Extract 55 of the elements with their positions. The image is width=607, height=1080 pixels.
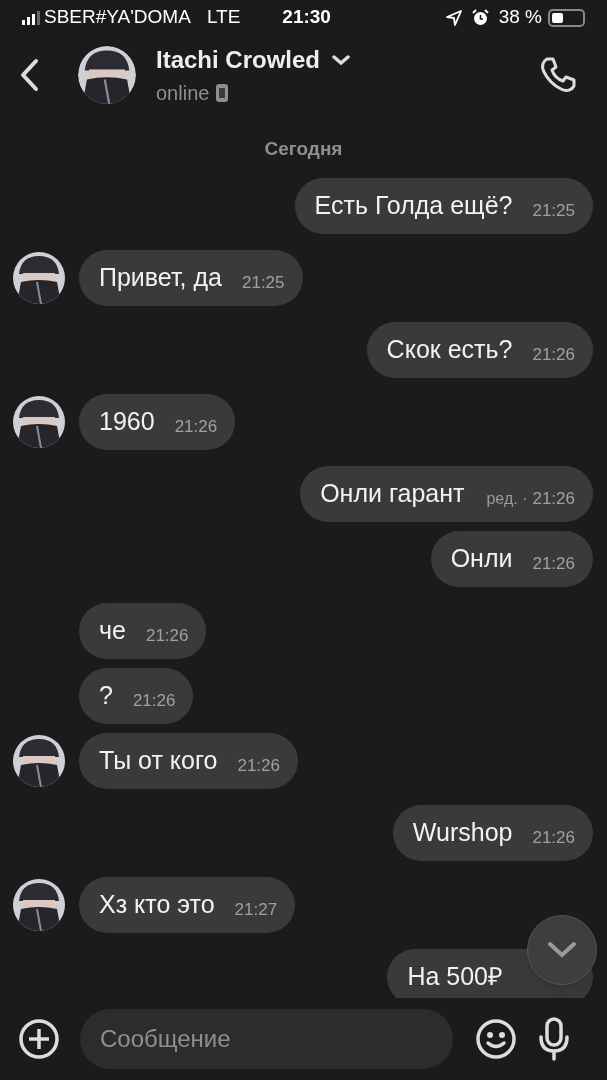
message-bubble[interactable]: Скок есть? 21:26 (366, 321, 593, 378)
microphone-icon[interactable] (537, 1017, 571, 1061)
message-text: Скок есть? (386, 333, 513, 365)
phone-icon[interactable] (539, 56, 577, 94)
chevron-down-icon[interactable] (332, 54, 351, 66)
message-time: 21:26 (532, 552, 575, 575)
alarm-icon (471, 9, 489, 26)
clock: 21:30 (282, 5, 331, 30)
add-icon[interactable] (18, 1018, 60, 1060)
phone-device-icon (215, 83, 230, 103)
message-bubble[interactable]: Хз кто это 21:27 (79, 876, 296, 933)
message-time: 21:25 (532, 199, 575, 222)
battery-icon (548, 8, 585, 27)
network-type: LTE (206, 5, 241, 30)
message-bubble[interactable]: ? 21:26 (79, 667, 194, 724)
message-text: Ты от кого (99, 744, 218, 776)
message-bubble[interactable]: Онли 21:26 (430, 530, 593, 587)
message-bubble[interactable]: Ты от кого 21:26 (79, 732, 298, 789)
date-divider: Сегодня (264, 137, 343, 161)
message-time: 21:26 (532, 826, 575, 849)
message-text: Хз кто это (99, 888, 215, 920)
message-field[interactable]: Сообщение (80, 1009, 453, 1069)
message-time: 21:26 (532, 487, 575, 510)
carrier-name: SBER#YA'DOMA (44, 5, 191, 30)
battery-percent: 38 % (498, 5, 542, 30)
contact-name[interactable]: Itachi Crowled (156, 42, 321, 78)
chevron-down-icon (547, 941, 577, 959)
message-time: 21:26 (174, 415, 218, 438)
emoji-icon[interactable] (475, 1018, 517, 1060)
message-bubble[interactable]: Привет, да 21:25 (79, 249, 303, 306)
message-text: Привет, да (99, 261, 222, 293)
message-time: 21:27 (234, 898, 278, 921)
message-time: 21:26 (237, 754, 280, 777)
message-text: Онли (450, 542, 513, 574)
message-time: 21:26 (532, 343, 575, 366)
message-time: 21:25 (242, 271, 285, 294)
message-bubble[interactable]: Есть Голда ещё? 21:25 (294, 177, 593, 234)
message-bubble[interactable]: 1960 21:26 (79, 393, 236, 450)
signal-icon (22, 10, 40, 25)
message-text: Онли гарант (320, 477, 465, 509)
message-bubble[interactable]: Wurshop 21:26 (392, 804, 593, 861)
message-text: че (99, 614, 126, 646)
back-icon[interactable] (18, 57, 40, 93)
message-time: 21:26 (145, 624, 189, 647)
message-bubble[interactable]: Онли гарант ред. · 21:26 (300, 465, 593, 522)
message-time: 21:26 (132, 689, 176, 712)
message-text: На 500₽ (407, 960, 503, 992)
edited-label: ред. · (486, 488, 528, 509)
message-text: Wurshop (412, 816, 513, 848)
contact-status: online (156, 81, 210, 106)
message-text: ? (99, 679, 113, 711)
message-text: 1960 (99, 405, 155, 437)
message-text: Есть Голда ещё? (314, 189, 513, 221)
location-icon (445, 9, 462, 26)
message-bubble[interactable]: че 21:26 (79, 602, 207, 659)
